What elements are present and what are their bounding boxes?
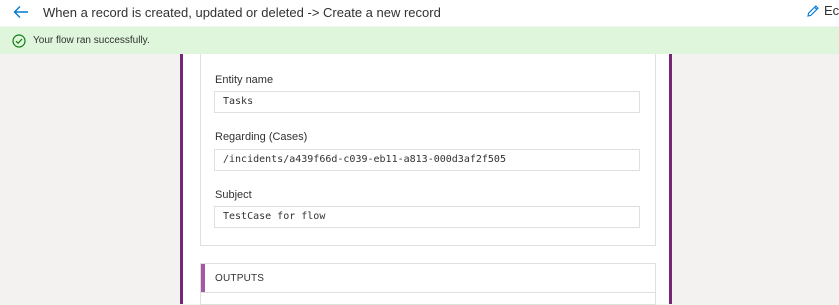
header-bar: When a record is created, updated or del… [0,0,839,26]
regarding-label: Regarding (Cases) [215,131,308,143]
inputs-panel: Entity name Tasks Regarding (Cases) /inc… [200,54,656,246]
entity-name-value[interactable]: Tasks [214,91,640,113]
edit-button[interactable]: Ec [806,3,839,18]
outputs-accent-bar [201,264,205,292]
subject-value[interactable]: TestCase for flow [214,206,640,228]
regarding-value[interactable]: /incidents/a439f66d-c039-eb11-a813-000d3… [214,149,640,171]
back-button[interactable] [10,2,32,22]
entity-name-label: Entity name [215,74,274,86]
outputs-divider [201,292,655,293]
success-banner: Your flow ran successfully. [0,27,839,54]
outputs-title: OUTPUTS [215,273,265,284]
outputs-panel[interactable]: OUTPUTS [200,263,656,305]
subject-label: Subject [215,189,252,201]
arrow-left-icon [13,5,29,19]
flow-title: When a record is created, updated or del… [43,5,441,20]
edit-label: Ec [824,3,839,18]
pencil-icon [806,4,820,18]
action-card: Entity name Tasks Regarding (Cases) /inc… [180,54,672,305]
check-circle-icon [12,34,26,48]
banner-message: Your flow ran successfully. [33,35,150,46]
